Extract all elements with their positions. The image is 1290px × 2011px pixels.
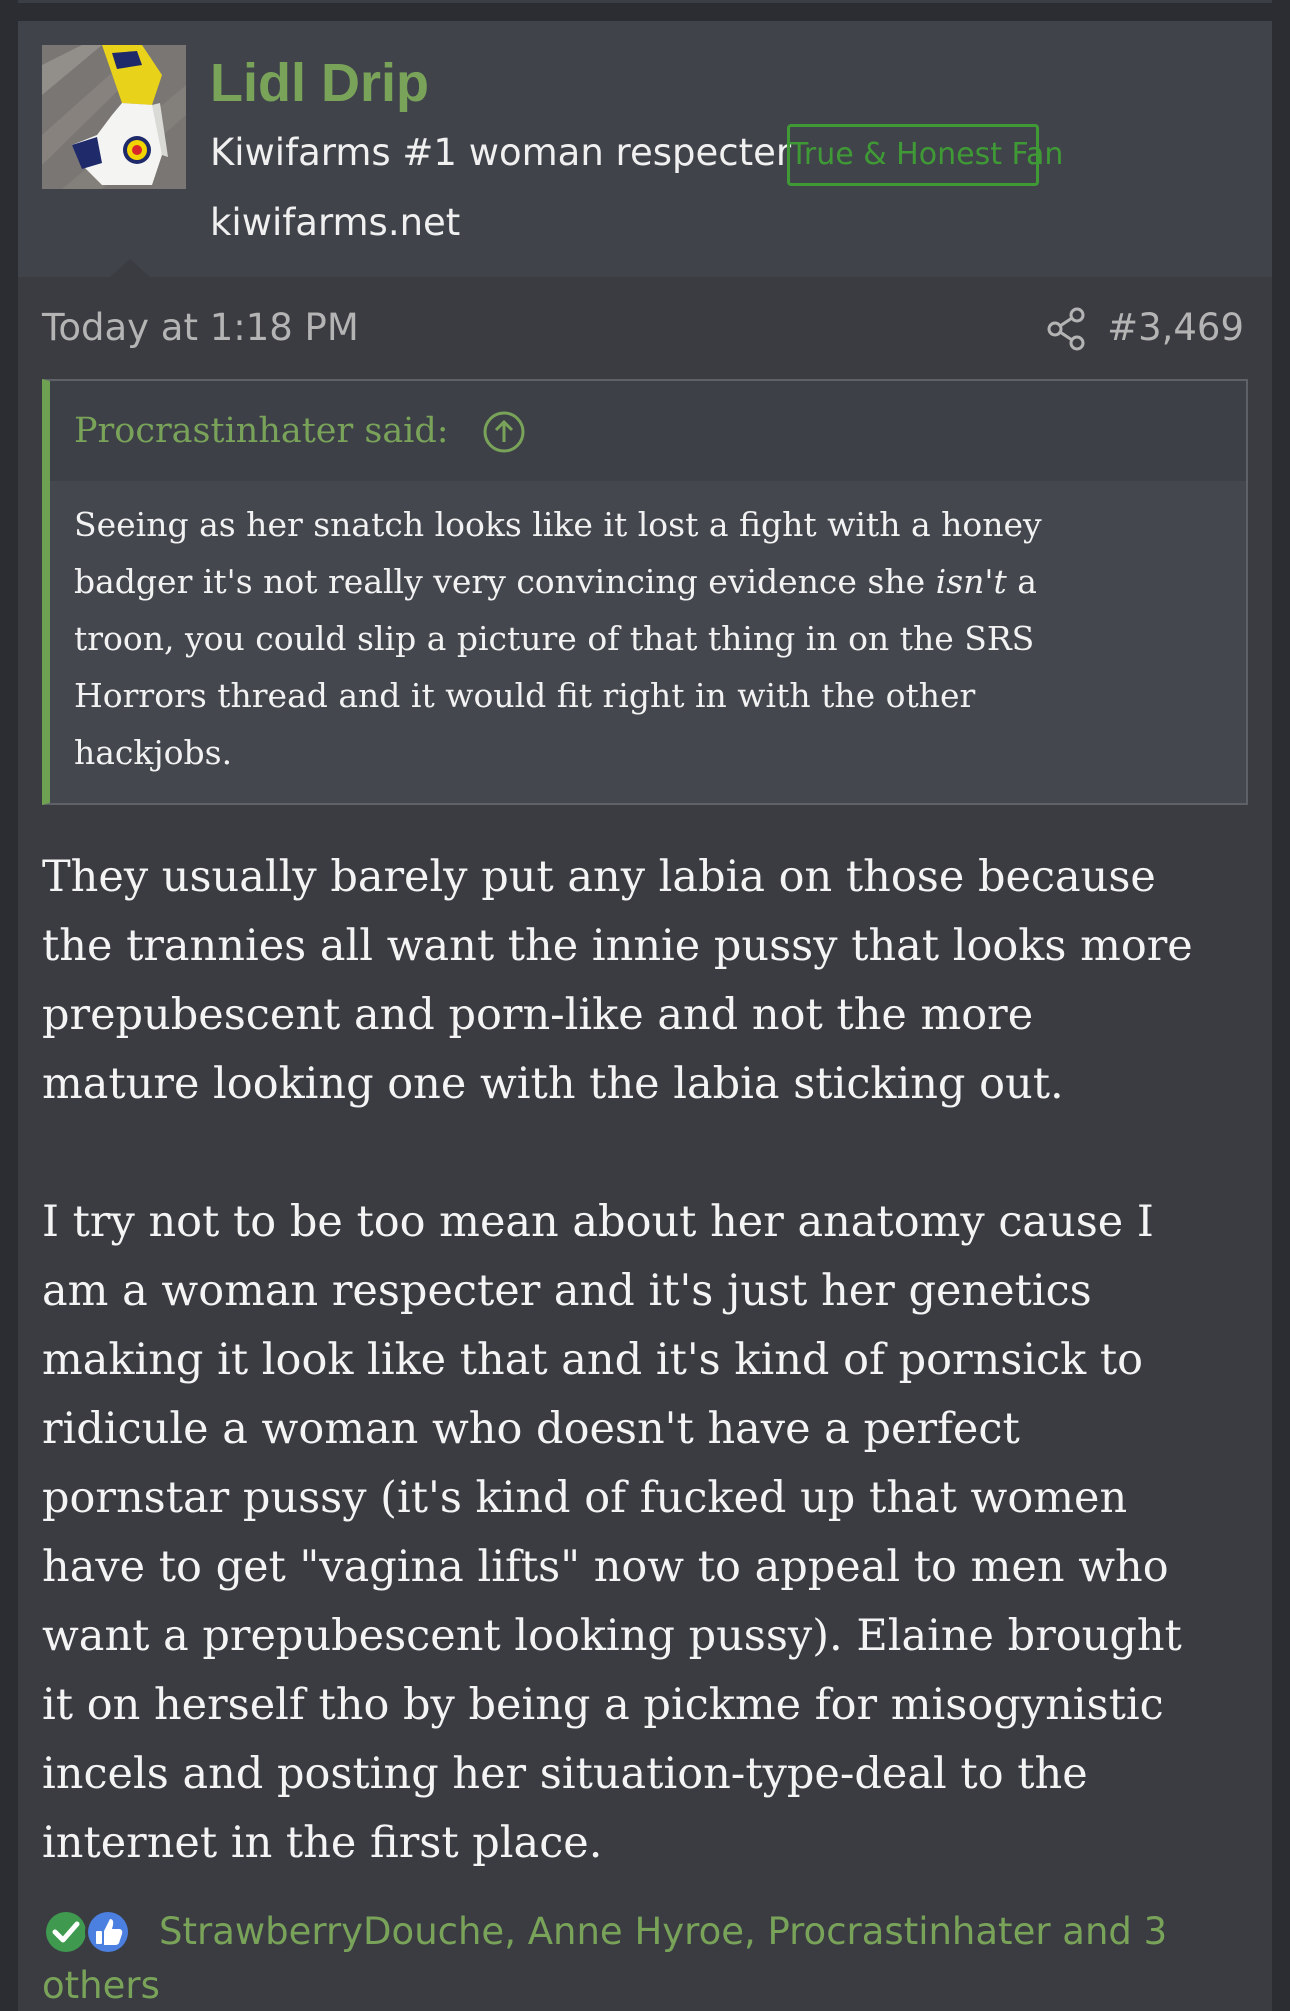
checkmark-reaction-icon [43, 1909, 89, 1955]
user-badge: True & Honest Fan [787, 124, 1063, 186]
share-icon[interactable] [1043, 305, 1091, 353]
post-line: making it look like that and it's kind o… [42, 1335, 1144, 1385]
post-line: pornstar pussy (it's kind of fucked up t… [42, 1473, 1128, 1523]
post-line: They usually barely put any labia on tho… [42, 852, 1156, 902]
thumbs-up-reaction-icon [85, 1909, 131, 1955]
reaction-icons[interactable] [42, 1905, 142, 1959]
post-line: want a prepubescent looking pussy). Elai… [42, 1611, 1182, 1661]
post-line: mature looking one with the labia sticki… [42, 1059, 1064, 1109]
quote-block: Procrastinhater said: Seeing as her snat… [42, 379, 1248, 805]
post-number-link[interactable]: #3,469 [1107, 303, 1244, 353]
arrow-up-circle-icon[interactable] [482, 410, 526, 454]
quote-emphasis: isn't [935, 562, 1007, 601]
post-line: internet in the first place. [42, 1818, 603, 1868]
post-line: the trannies all want the innie pussy th… [42, 921, 1193, 971]
post-timestamp[interactable]: Today at 1:18 PM [42, 303, 359, 353]
quote-header: Procrastinhater said: [50, 381, 1246, 481]
post-body: They usually barely put any labia on tho… [42, 843, 1262, 1878]
post-line: incels and posting her situation-type-de… [42, 1749, 1088, 1799]
header-pointer [110, 259, 150, 277]
user-title: Kiwifarms #1 woman respecter [210, 131, 792, 174]
quote-line: Horrors thread and it would fit right in… [74, 676, 976, 715]
reaction-users-more[interactable]: others [42, 1959, 160, 2011]
previous-post-edge [18, 0, 1272, 3]
user-location: kiwifarms.net [210, 201, 461, 244]
quote-line: hackjobs. [74, 733, 233, 772]
username[interactable]: Lidl Drip [210, 51, 429, 115]
post-line: ridicule a woman who doesn't have a perf… [42, 1404, 1020, 1454]
post-line: I try not to be too mean about her anato… [42, 1197, 1154, 1247]
quote-line: troon, you could slip a picture of that … [74, 619, 1035, 658]
sock-avatar-icon [42, 45, 186, 189]
avatar[interactable] [42, 45, 186, 189]
post-line: have to get "vagina lifts" now to appeal… [42, 1542, 1169, 1592]
post-line: am a woman respecter and it's just her g… [42, 1266, 1092, 1316]
user-header: Lidl Drip Kiwifarms #1 woman respecter T… [18, 21, 1272, 277]
quote-line: Seeing as her snatch looks like it lost … [74, 505, 1042, 544]
quote-author[interactable]: Procrastinhater said: [74, 408, 449, 454]
quote-line: badger it's not really very convincing e… [74, 553, 1204, 610]
reaction-users[interactable]: StrawberryDouche, Anne Hyroe, Procrastin… [159, 1905, 1167, 1959]
post-line: it on herself tho by being a pickme for … [42, 1680, 1164, 1730]
post-line: prepubescent and porn-like and not the m… [42, 990, 1034, 1040]
quote-text: Seeing as her snatch looks like it lost … [74, 496, 1204, 781]
post-card: Lidl Drip Kiwifarms #1 woman respecter T… [18, 21, 1272, 2011]
quote-text-segment: badger it's not really very convincing e… [74, 562, 936, 601]
quote-text-segment: a [1006, 562, 1037, 601]
